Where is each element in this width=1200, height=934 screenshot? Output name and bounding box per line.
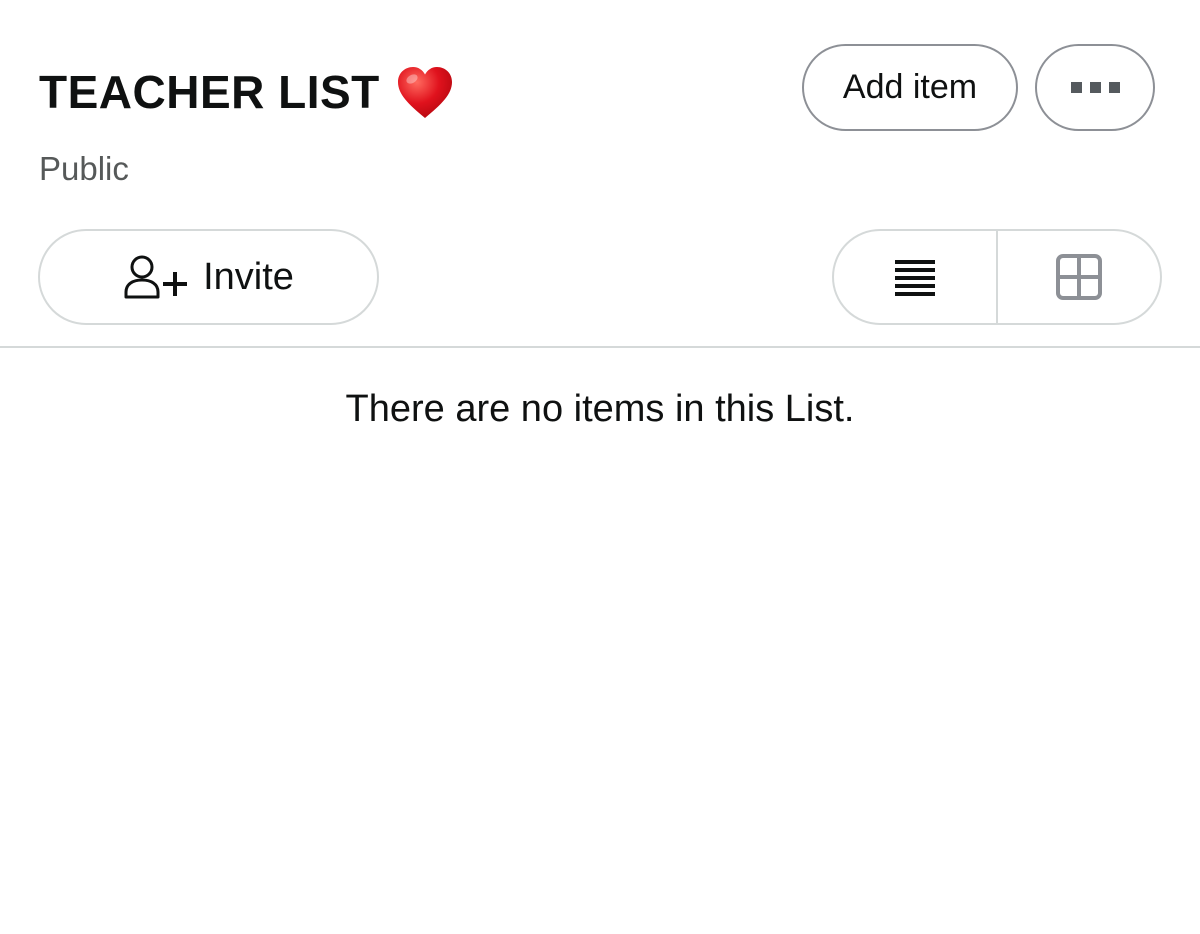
grid-view-icon [1056,254,1102,300]
list-view-button[interactable] [834,231,998,323]
list-header: TEACHER LIST Public Add item Invite [0,0,1200,348]
list-view-icon [895,260,935,296]
add-item-button[interactable]: Add item [802,44,1018,131]
view-toggle [832,229,1162,325]
list-visibility: Public [39,150,129,187]
header-divider [0,346,1200,348]
empty-list-message: There are no items in this List. [345,388,855,430]
ellipsis-icon-dot [1108,82,1120,93]
page-title: TEACHER LIST [39,62,454,122]
add-person-icon [124,255,188,299]
ellipsis-icon-dot [1070,82,1082,93]
invite-label: Invite [203,255,294,298]
invite-button[interactable]: Invite [38,229,379,325]
grid-view-button[interactable] [998,231,1160,323]
list-title-text: TEACHER LIST [39,66,380,118]
more-options-button[interactable] [1035,44,1155,131]
add-item-label: Add item [842,68,978,106]
ellipsis-icon-dot [1089,82,1101,93]
red-heart-icon [397,67,452,118]
